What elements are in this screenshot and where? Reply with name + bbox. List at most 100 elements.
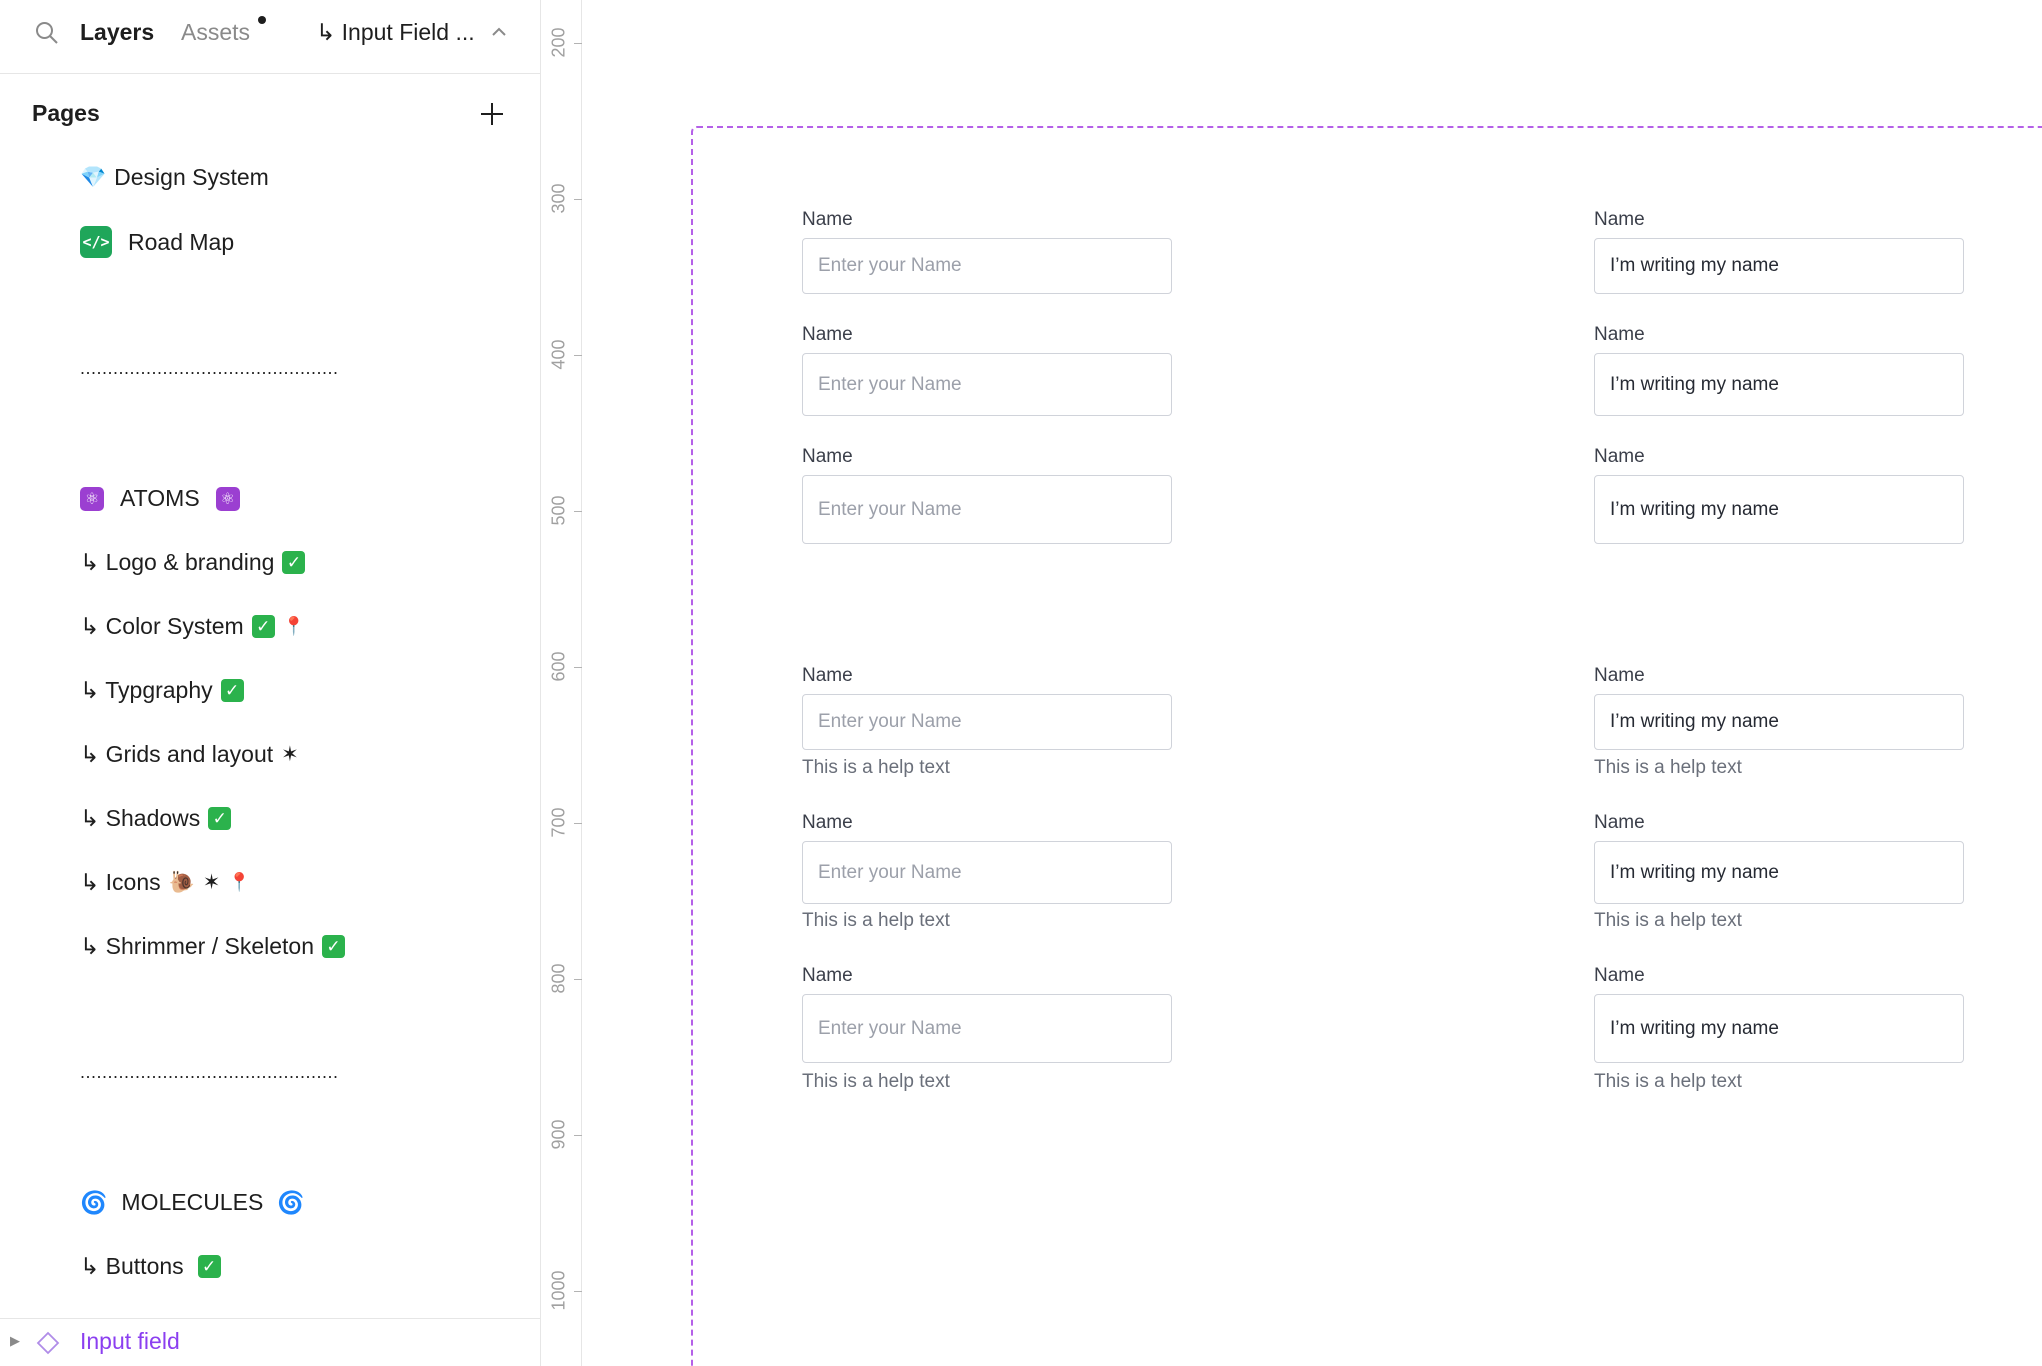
asterisk-icon: ✶: [281, 743, 299, 766]
layer-row-input-field[interactable]: ▶ Input field: [0, 1318, 541, 1366]
page-item-design-system[interactable]: 💎 Design System: [80, 164, 269, 191]
input-field-filled[interactable]: I’m writing my name: [1594, 694, 1964, 750]
page-item-label: ↳ Icons: [80, 869, 161, 895]
tab-layers[interactable]: Layers: [80, 19, 154, 46]
check-icon: ✓: [208, 807, 232, 830]
add-page-button[interactable]: [478, 100, 506, 128]
help-text: This is a help text: [802, 1071, 950, 1092]
ruler-label: 1000: [548, 1270, 569, 1311]
page-item-molecules[interactable]: 🌀 MOLECULES 🌀: [80, 1189, 305, 1216]
layer-name: Input field: [80, 1328, 180, 1354]
ruler-label: 200: [548, 27, 569, 58]
component-icon: [36, 1331, 60, 1355]
page-divider[interactable]: ........................................…: [80, 358, 348, 379]
field-label: Name: [802, 812, 853, 833]
pin-icon: 📍: [282, 616, 306, 636]
input-field-placeholder[interactable]: Enter your Name: [802, 353, 1172, 416]
check-icon: ✓: [220, 679, 244, 702]
ruler-label: 400: [548, 339, 569, 370]
check-icon: ✓: [322, 935, 346, 958]
ruler-tick: [574, 199, 582, 200]
page-item-label: ↳ Grids and layout: [80, 741, 274, 767]
field-label: Name: [1594, 446, 1645, 467]
help-text: This is a help text: [802, 910, 950, 931]
input-field-filled[interactable]: I’m writing my name: [1594, 238, 1964, 294]
page-item-buttons[interactable]: ↳ Buttons ✓: [80, 1253, 221, 1280]
tab-assets[interactable]: Assets: [181, 19, 250, 46]
input-field-placeholder[interactable]: Enter your Name: [802, 475, 1172, 544]
snail-icon: 🐌: [168, 870, 195, 894]
pin-icon: 📍: [228, 872, 251, 892]
field-label: Name: [802, 209, 853, 230]
field-label: Name: [802, 965, 853, 986]
ruler-tick: [574, 511, 582, 512]
help-text: This is a help text: [802, 757, 950, 778]
code-icon: </>: [80, 226, 112, 258]
field-label: Name: [802, 446, 853, 467]
field-label: Name: [802, 324, 853, 345]
ruler-tick: [574, 43, 582, 44]
input-field-placeholder[interactable]: Enter your Name: [802, 238, 1172, 294]
current-page-selector[interactable]: ↳ Input Field ...: [316, 19, 475, 46]
field-label: Name: [1594, 812, 1645, 833]
atom-icon: ⚛: [215, 486, 240, 511]
page-item-shadows[interactable]: ↳ Shadows ✓: [80, 805, 232, 832]
ruler-label: 800: [548, 963, 569, 994]
ruler-label: 300: [548, 183, 569, 214]
page-item-label: ↳ Color System: [80, 613, 244, 639]
help-text: This is a help text: [1594, 757, 1742, 778]
ruler-tick: [574, 1291, 582, 1292]
input-field-placeholder[interactable]: Enter your Name: [802, 841, 1172, 904]
page-item-logo-branding[interactable]: ↳ Logo & branding ✓: [80, 549, 306, 576]
page-item-color-system[interactable]: ↳ Color System ✓ 📍: [80, 613, 305, 640]
chevron-up-icon[interactable]: [489, 22, 509, 42]
ruler-tick: [574, 667, 582, 668]
ruler-tick: [574, 823, 582, 824]
page-item-shrimmer-skeleton[interactable]: ↳ Shrimmer / Skeleton ✓: [80, 933, 346, 960]
page-item-typography[interactable]: ↳ Typgraphy ✓: [80, 677, 244, 704]
field-label: Name: [1594, 324, 1645, 345]
page-item-label: ATOMS: [120, 485, 200, 511]
page-item-atoms[interactable]: ⚛ ATOMS ⚛: [80, 485, 240, 512]
page-item-label: MOLECULES: [121, 1189, 264, 1215]
page-divider[interactable]: ........................................…: [80, 1062, 348, 1083]
field-label: Name: [1594, 665, 1645, 686]
panel-tab-bar: Layers Assets ↳ Input Field ...: [0, 0, 541, 74]
page-item-label: ↳ Buttons: [80, 1253, 184, 1279]
search-icon[interactable]: [34, 20, 60, 46]
cyclone-icon: 🌀: [80, 1189, 108, 1215]
ruler-label: 500: [548, 495, 569, 526]
page-item-label: ↳ Shrimmer / Skeleton: [80, 933, 315, 959]
ruler-tick: [574, 979, 582, 980]
input-field-filled[interactable]: I’m writing my name: [1594, 475, 1964, 544]
ruler-label: 900: [548, 1119, 569, 1150]
page-item-label: Road Map: [128, 228, 235, 255]
ruler-label: 600: [548, 651, 569, 682]
assets-notification-dot: [258, 16, 266, 24]
asterisk-icon: ✶: [202, 871, 221, 894]
ruler-tick: [574, 355, 582, 356]
field-label: Name: [802, 665, 853, 686]
design-canvas[interactable]: Name Enter your Name Name I’m writing my…: [583, 0, 2042, 1366]
page-item-road-map[interactable]: </> Road Map: [80, 226, 234, 258]
help-text: This is a help text: [1594, 1071, 1742, 1092]
page-item-grids-layout[interactable]: ↳ Grids and layout ✶: [80, 741, 299, 768]
page-item-label: ↳ Typgraphy: [80, 677, 213, 703]
layers-panel: Layers Assets ↳ Input Field ... Pages 💎 …: [0, 0, 541, 1366]
input-field-filled[interactable]: I’m writing my name: [1594, 841, 1964, 904]
vertical-ruler: 200 300 400 500 600 700 800 900 1000: [542, 0, 582, 1366]
page-item-label: Design System: [114, 164, 269, 190]
page-item-icons[interactable]: ↳ Icons 🐌 ✶ 📍: [80, 869, 251, 896]
input-field-placeholder[interactable]: Enter your Name: [802, 994, 1172, 1063]
page-item-label: ↳ Logo & branding: [80, 549, 275, 575]
expand-caret-icon[interactable]: ▶: [10, 1333, 20, 1349]
field-label: Name: [1594, 965, 1645, 986]
input-field-filled[interactable]: I’m writing my name: [1594, 353, 1964, 416]
help-text: This is a help text: [1594, 910, 1742, 931]
field-label: Name: [1594, 209, 1645, 230]
input-field-placeholder[interactable]: Enter your Name: [802, 694, 1172, 750]
cyclone-icon: 🌀: [277, 1189, 305, 1215]
gem-icon: 💎: [80, 165, 107, 189]
input-field-filled[interactable]: I’m writing my name: [1594, 994, 1964, 1063]
page-item-label: ↳ Shadows: [80, 805, 201, 831]
